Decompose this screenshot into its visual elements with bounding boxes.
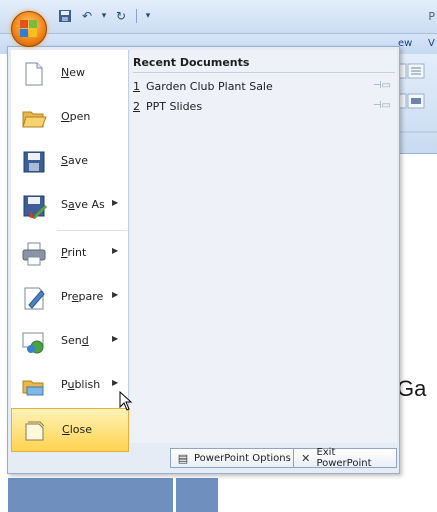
menu-item-send[interactable]: Send ▶ xyxy=(11,320,129,364)
customize-toolbar-icon[interactable]: ▾ xyxy=(143,7,153,25)
save-as-icon xyxy=(21,193,47,219)
new-document-icon xyxy=(21,61,47,87)
menu-item-save[interactable]: Save xyxy=(11,140,129,184)
undo-dropdown-icon[interactable]: ▾ xyxy=(100,7,108,25)
menu-item-open[interactable]: Open xyxy=(11,96,129,140)
menu-separator xyxy=(57,230,127,231)
close-document-icon xyxy=(22,418,48,444)
submenu-arrow-icon: ▶ xyxy=(112,290,119,299)
recent-document-item[interactable]: 1 Garden Club Plant Sale ⊣▭ xyxy=(133,77,395,95)
pane-splitter[interactable] xyxy=(173,478,176,512)
recent-documents-heading: Recent Documents xyxy=(133,56,250,69)
recent-document-number: 1 xyxy=(133,80,140,93)
menu-item-label: Prepare xyxy=(61,290,104,303)
recent-document-number: 2 xyxy=(133,100,140,113)
mouse-pointer-icon xyxy=(119,390,133,414)
close-icon: ✕ xyxy=(301,451,311,465)
menu-item-label: Save As xyxy=(61,198,105,211)
menu-item-label: Publish xyxy=(61,378,101,391)
toolbar-separator xyxy=(136,9,137,23)
menu-item-label: Save xyxy=(61,154,89,167)
submenu-arrow-icon: ▶ xyxy=(112,246,119,255)
tab-view[interactable]: V xyxy=(428,38,435,49)
menu-item-publish[interactable]: Publish ▶ xyxy=(11,364,129,408)
office-menu: New Open Save Save As ▶ Print ▶ Prepare … xyxy=(7,46,400,474)
publish-icon xyxy=(21,373,47,399)
submenu-arrow-icon: ▶ xyxy=(112,378,119,387)
menu-item-prepare[interactable]: Prepare ▶ xyxy=(11,276,129,320)
powerpoint-options-button[interactable]: ▤ PowerPoint Options xyxy=(170,448,298,468)
menu-item-label: Close xyxy=(62,423,92,436)
window-title: P xyxy=(428,10,435,23)
submenu-arrow-icon: ▶ xyxy=(112,198,119,207)
save-icon[interactable] xyxy=(56,7,74,25)
menu-item-label: Print xyxy=(61,246,87,259)
submenu-arrow-icon: ▶ xyxy=(112,334,119,343)
send-icon xyxy=(21,329,47,355)
menu-item-save-as[interactable]: Save As ▶ xyxy=(11,184,129,228)
recent-documents-panel: Recent Documents 1 Garden Club Plant Sal… xyxy=(130,50,397,443)
undo-icon[interactable]: ↶ xyxy=(78,7,96,25)
recent-documents-divider xyxy=(133,72,395,73)
slides-pane xyxy=(8,478,218,512)
open-folder-icon xyxy=(21,105,47,131)
slide-title-text: Ga xyxy=(397,376,427,401)
menu-item-label: Send xyxy=(61,334,89,347)
office-menu-commands: New Open Save Save As ▶ Print ▶ Prepare … xyxy=(11,50,129,452)
powerpoint-options-label: PowerPoint Options xyxy=(194,452,291,464)
exit-powerpoint-label: Exit PowerPoint xyxy=(316,447,372,469)
recent-document-item[interactable]: 2 PPT Slides ⊣▭ xyxy=(133,97,395,115)
quick-access-toolbar: ↶ ▾ ↻ ▾ xyxy=(56,6,153,26)
exit-powerpoint-button[interactable]: ✕ Exit PowerPoint xyxy=(293,447,397,469)
office-button[interactable] xyxy=(11,11,47,47)
printer-icon xyxy=(21,241,47,267)
menu-item-print[interactable]: Print ▶ xyxy=(11,232,129,276)
office-logo-icon xyxy=(20,20,38,38)
pin-icon[interactable]: ⊣▭ xyxy=(373,80,391,91)
menu-item-label: New xyxy=(61,66,85,79)
recent-document-name: Garden Club Plant Sale xyxy=(146,80,273,93)
menu-item-label: Open xyxy=(61,110,91,123)
repeat-icon[interactable]: ↻ xyxy=(112,7,130,25)
prepare-document-icon xyxy=(21,285,47,311)
pin-icon[interactable]: ⊣▭ xyxy=(373,100,391,111)
options-icon: ▤ xyxy=(177,451,189,465)
recent-document-name: PPT Slides xyxy=(146,100,203,113)
save-disk-icon xyxy=(21,149,47,175)
title-bar: ↶ ▾ ↻ ▾ P xyxy=(0,0,437,34)
menu-item-new[interactable]: New xyxy=(11,52,129,96)
tab-review[interactable]: ew xyxy=(398,38,412,49)
office-menu-footer: ▤ PowerPoint Options ✕ Exit PowerPoint xyxy=(11,446,397,470)
